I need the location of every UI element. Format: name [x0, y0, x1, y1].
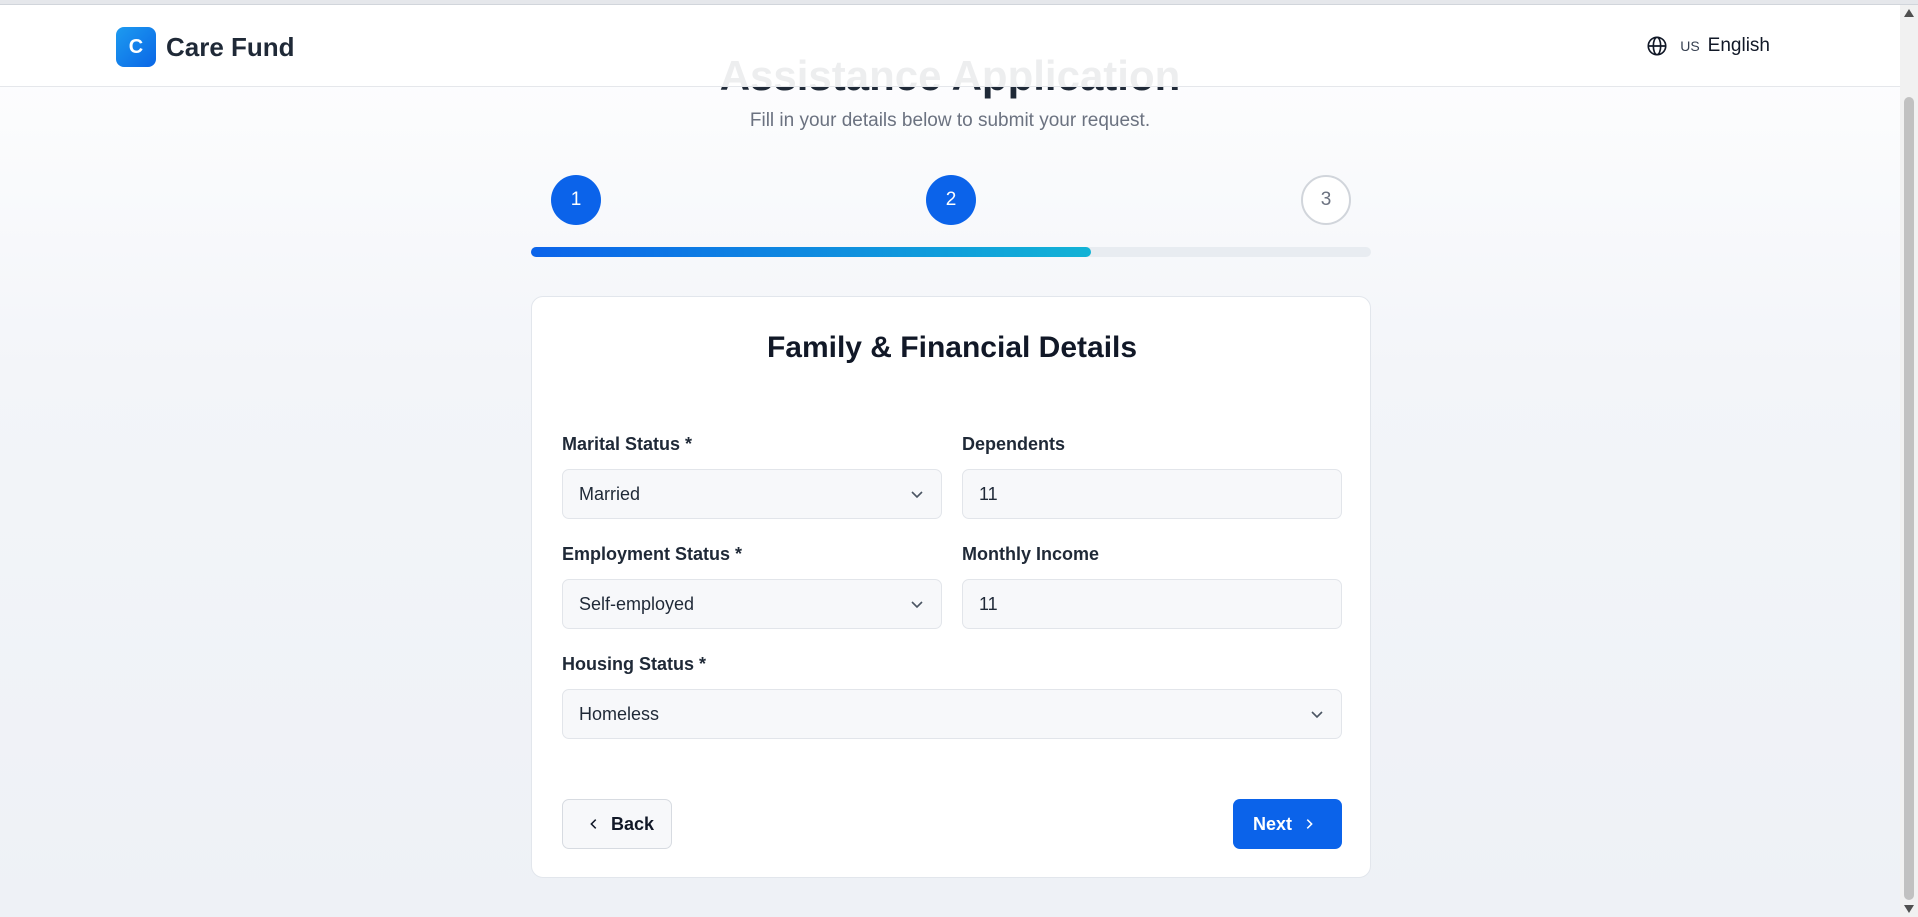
brand[interactable]: C Care Fund	[116, 27, 295, 67]
chevron-down-icon	[1311, 711, 1323, 719]
employment-status-select[interactable]: Self-employed	[562, 579, 942, 629]
site-header: C Care Fund US English	[0, 5, 1900, 87]
housing-status-label: Housing Status *	[562, 654, 707, 674]
employment-status-field: Employment Status * Self-employed	[562, 544, 942, 629]
progress-fill	[531, 247, 1092, 257]
monthly-income-input[interactable]: 11	[962, 579, 1342, 629]
employment-status-value: Self-employed	[579, 593, 695, 614]
dependents-input[interactable]: 11	[962, 469, 1342, 519]
scroll-down-icon[interactable]	[1904, 905, 1914, 913]
step-1: 1	[551, 175, 601, 225]
globe-icon	[1647, 36, 1667, 56]
employment-status-label: Employment Status *	[562, 544, 743, 564]
housing-status-select[interactable]: Homeless	[562, 689, 1342, 739]
logo-icon: C	[116, 27, 156, 67]
chevron-down-icon	[911, 491, 923, 499]
chevron-right-icon	[1306, 819, 1313, 829]
back-button[interactable]: Back	[562, 799, 672, 849]
form-card: Family & Financial Details Marital Statu…	[531, 296, 1371, 878]
page-scrollbar[interactable]	[1900, 5, 1918, 917]
housing-status-value: Homeless	[579, 703, 660, 724]
next-button-label: Next	[1253, 813, 1293, 834]
monthly-income-field: Monthly Income 11	[962, 544, 1342, 629]
page-subtitle: Fill in your details below to submit you…	[749, 110, 1151, 131]
brand-name: Care Fund	[166, 31, 295, 62]
back-button-label: Back	[611, 813, 655, 834]
monthly-income-label: Monthly Income	[962, 544, 1100, 564]
housing-status-field: Housing Status * Homeless	[562, 654, 1342, 739]
flag-code: US	[1680, 38, 1700, 54]
progress-bar	[531, 247, 1371, 257]
scroll-thumb[interactable]	[1904, 97, 1914, 900]
step-indicator: 1 2 3	[531, 175, 1371, 257]
dependents-label: Dependents	[962, 434, 1066, 454]
step-3: 3	[1301, 175, 1351, 225]
marital-status-field: Marital Status * Married	[562, 434, 942, 519]
language-label: English	[1707, 35, 1770, 56]
scroll-up-icon[interactable]	[1904, 9, 1914, 17]
marital-status-select[interactable]: Married	[562, 469, 942, 519]
chevron-down-icon	[911, 601, 923, 609]
marital-status-value: Married	[579, 483, 641, 504]
monthly-income-value: 11	[979, 593, 998, 614]
language-selector[interactable]: US English	[1646, 35, 1770, 57]
next-button[interactable]: Next	[1233, 799, 1342, 849]
chevron-left-icon	[590, 819, 597, 829]
form-title: Family & Financial Details	[766, 331, 1138, 364]
dependents-value: 11	[979, 483, 998, 504]
marital-status-label: Marital Status *	[562, 434, 693, 454]
dependents-field: Dependents 11	[962, 434, 1342, 519]
step-2: 2	[926, 175, 976, 225]
